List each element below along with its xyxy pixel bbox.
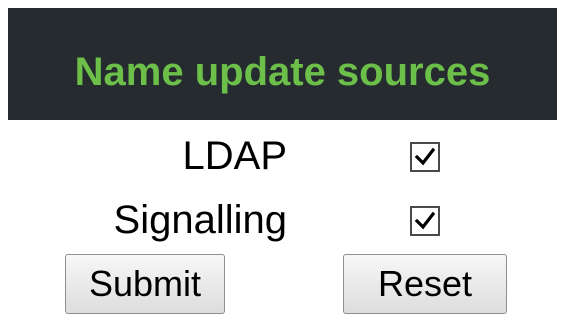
form-body: LDAP Signalling Submit Reset bbox=[8, 120, 557, 327]
ldap-label: LDAP bbox=[182, 134, 288, 178]
name-update-sources-panel: Name update sources LDAP Signalling Subm… bbox=[8, 8, 557, 327]
signalling-label: Signalling bbox=[113, 198, 287, 242]
signalling-checkbox[interactable] bbox=[410, 206, 440, 236]
ldap-checkbox[interactable] bbox=[410, 142, 440, 172]
reset-button[interactable]: Reset bbox=[343, 254, 507, 314]
panel-title: Name update sources bbox=[74, 50, 491, 94]
checkmark-icon bbox=[414, 211, 436, 230]
checkmark-icon bbox=[414, 147, 436, 166]
submit-button[interactable]: Submit bbox=[65, 254, 225, 314]
